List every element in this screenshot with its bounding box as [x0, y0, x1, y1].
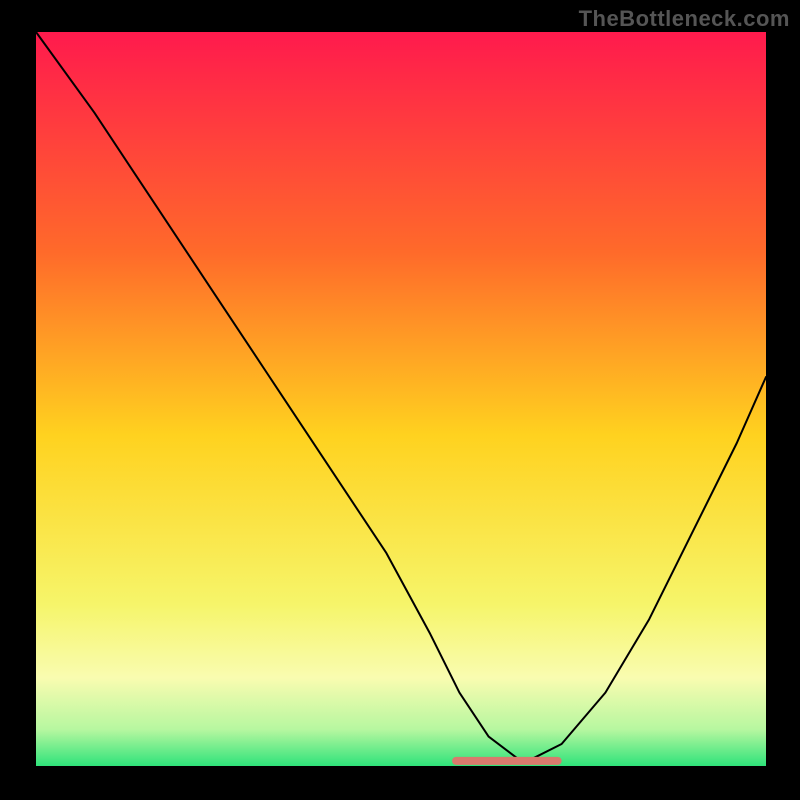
- chart-stage: TheBottleneck.com: [0, 0, 800, 800]
- chart-svg: [0, 0, 800, 800]
- optimal-range-marker: [452, 757, 561, 765]
- watermark-text: TheBottleneck.com: [579, 6, 790, 32]
- plot-background: [36, 32, 766, 766]
